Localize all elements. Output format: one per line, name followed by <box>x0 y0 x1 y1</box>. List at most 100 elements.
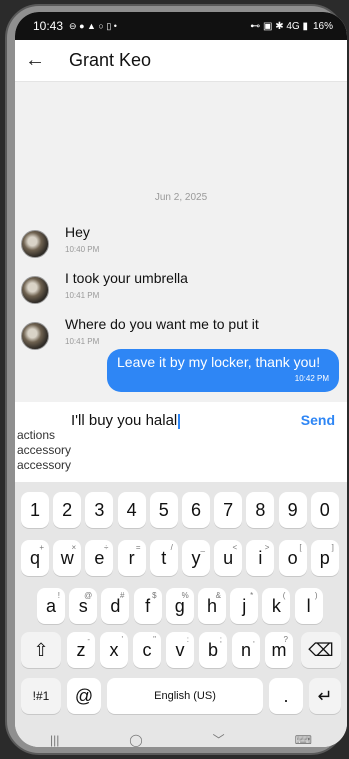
contact-name[interactable]: Grant Keo <box>69 50 151 71</box>
navigation-bar: ||| ◯ ﹀ ⌨ <box>15 731 347 748</box>
shift-key[interactable]: ⇧ <box>21 632 61 668</box>
at-key[interactable]: @ <box>67 678 101 714</box>
key-k[interactable]: k( <box>262 588 291 624</box>
key-9[interactable]: 9 <box>278 492 307 528</box>
send-button[interactable]: Send <box>301 412 335 428</box>
key-label: b <box>207 639 218 660</box>
key-s[interactable]: s @ <box>69 588 98 624</box>
key-secondary-label: ; <box>219 635 222 644</box>
message-input[interactable]: I'll buy you halal <box>71 412 181 429</box>
key-label: t <box>161 547 167 568</box>
key-label: v <box>175 639 185 660</box>
key-label: y <box>191 547 201 568</box>
key-label: z <box>76 639 86 660</box>
key-secondary-label: ) <box>314 591 318 600</box>
key-label: c <box>142 639 152 660</box>
key-label: k <box>271 595 281 616</box>
key-x[interactable]: x ' <box>100 632 128 668</box>
key-secondary-label: + <box>39 543 44 552</box>
conversation-header: ← Grant Keo <box>15 40 347 82</box>
message-time: 10:41 PM <box>65 291 100 300</box>
status-right-icons: ⊷ ▣ ✱ 4G ▮ <box>250 20 308 32</box>
key-v[interactable]: v: <box>166 632 194 668</box>
back-icon[interactable]: ﹀ <box>213 731 225 747</box>
outgoing-message[interactable]: Leave it by my locker, thank you! 10:42 … <box>107 349 339 392</box>
key-i[interactable]: i > <box>246 540 275 576</box>
key-1[interactable]: 1 <box>21 492 49 528</box>
arrow-left-icon[interactable]: ← <box>25 49 61 72</box>
key-u[interactable]: u < <box>214 540 243 576</box>
suggestion-item[interactable]: accessory <box>17 458 71 473</box>
home-icon[interactable]: ◯ <box>129 733 142 747</box>
message-text: Hey <box>65 224 90 240</box>
symbols-key[interactable]: !#1 <box>21 678 61 714</box>
period-key[interactable]: . <box>269 678 303 714</box>
key-secondary-label: = <box>135 543 141 552</box>
key-z[interactable]: z- <box>67 632 95 668</box>
key-secondary-label: , <box>252 635 255 644</box>
key-secondary-label: * <box>250 591 254 600</box>
key-m[interactable]: m? <box>265 632 293 668</box>
incoming-message[interactable]: Where do you want me to put it 10:41 PM <box>21 316 259 350</box>
key-o[interactable]: o[ <box>278 540 307 576</box>
enter-key[interactable]: ↵ <box>309 678 341 714</box>
key-label: p <box>319 547 330 568</box>
avatar[interactable] <box>21 276 49 304</box>
key-label: f <box>145 595 151 616</box>
battery-percent: 16% <box>312 20 333 32</box>
key-4[interactable]: 4 <box>117 492 146 528</box>
message-time: 10:41 PM <box>65 337 100 346</box>
status-left-icons: ⊖ ● ▲ ○ ▯ • <box>69 20 117 31</box>
key-0[interactable]: 0 <box>310 492 339 528</box>
key-secondary-label: ! <box>57 591 60 600</box>
key-secondary-label: ( <box>282 591 286 600</box>
key-2[interactable]: 2 <box>53 492 82 528</box>
key-label: j <box>242 595 247 616</box>
key-l[interactable]: l) <box>294 588 323 624</box>
key-g[interactable]: g% <box>165 588 194 624</box>
suggestion-item[interactable]: actions <box>17 428 71 443</box>
key-secondary-label: - <box>87 635 90 644</box>
key-c[interactable]: c " <box>133 632 161 668</box>
key-label: x <box>109 639 119 660</box>
avatar[interactable] <box>21 230 49 258</box>
space-key[interactable]: English (US) <box>107 678 263 714</box>
key-r[interactable]: r = <box>117 540 146 576</box>
key-h[interactable]: h & <box>198 588 226 624</box>
incoming-message[interactable]: Hey 10:40 PM <box>21 224 99 258</box>
key-b[interactable]: b; <box>199 632 227 668</box>
incoming-message[interactable]: I took your umbrella 10:41 PM <box>21 270 188 304</box>
key-3[interactable]: 3 <box>85 492 114 528</box>
key-secondary-label: / <box>170 543 173 552</box>
key-5[interactable]: 5 <box>149 492 178 528</box>
key-e[interactable]: e ÷ <box>85 540 114 576</box>
keyboard-icon[interactable]: ⌨ <box>295 733 312 747</box>
key-8[interactable]: 8 <box>246 492 275 528</box>
suggestion-item[interactable]: accessory <box>17 443 71 458</box>
key-p[interactable]: p] <box>310 540 339 576</box>
key-q[interactable]: q + <box>21 540 49 576</box>
chat-area: Jun 2, 2025 Hey 10:40 PM I took your umb… <box>15 82 347 402</box>
key-d[interactable]: d # <box>101 588 130 624</box>
key-secondary-label: ? <box>283 635 288 644</box>
delete-key[interactable]: ⌫ <box>301 632 341 668</box>
message-text: Where do you want me to put it <box>65 316 259 332</box>
key-f[interactable]: f $ <box>133 588 162 624</box>
recents-icon[interactable]: ||| <box>50 733 59 747</box>
keyboard: 1234567890 q + w × e ÷ r = t / y _ u < i > o[p] a! s @ d # f $… <box>15 482 347 747</box>
input-text: I'll buy you halal <box>71 412 178 429</box>
compose-bar: I'll buy you halal Send actions accessor… <box>15 408 347 480</box>
key-t[interactable]: t / <box>149 540 178 576</box>
key-secondary-label: @ <box>84 591 93 600</box>
key-w[interactable]: w × <box>53 540 82 576</box>
key-a[interactable]: a! <box>37 588 65 624</box>
key-secondary-label: # <box>119 591 125 600</box>
key-7[interactable]: 7 <box>214 492 243 528</box>
avatar[interactable] <box>21 322 49 350</box>
key-n[interactable]: n, <box>232 632 260 668</box>
key-secondary-label: ] <box>331 543 334 552</box>
key-secondary-label: : <box>186 635 189 644</box>
key-6[interactable]: 6 <box>182 492 210 528</box>
key-j[interactable]: j * <box>230 588 259 624</box>
key-y[interactable]: y _ <box>182 540 210 576</box>
